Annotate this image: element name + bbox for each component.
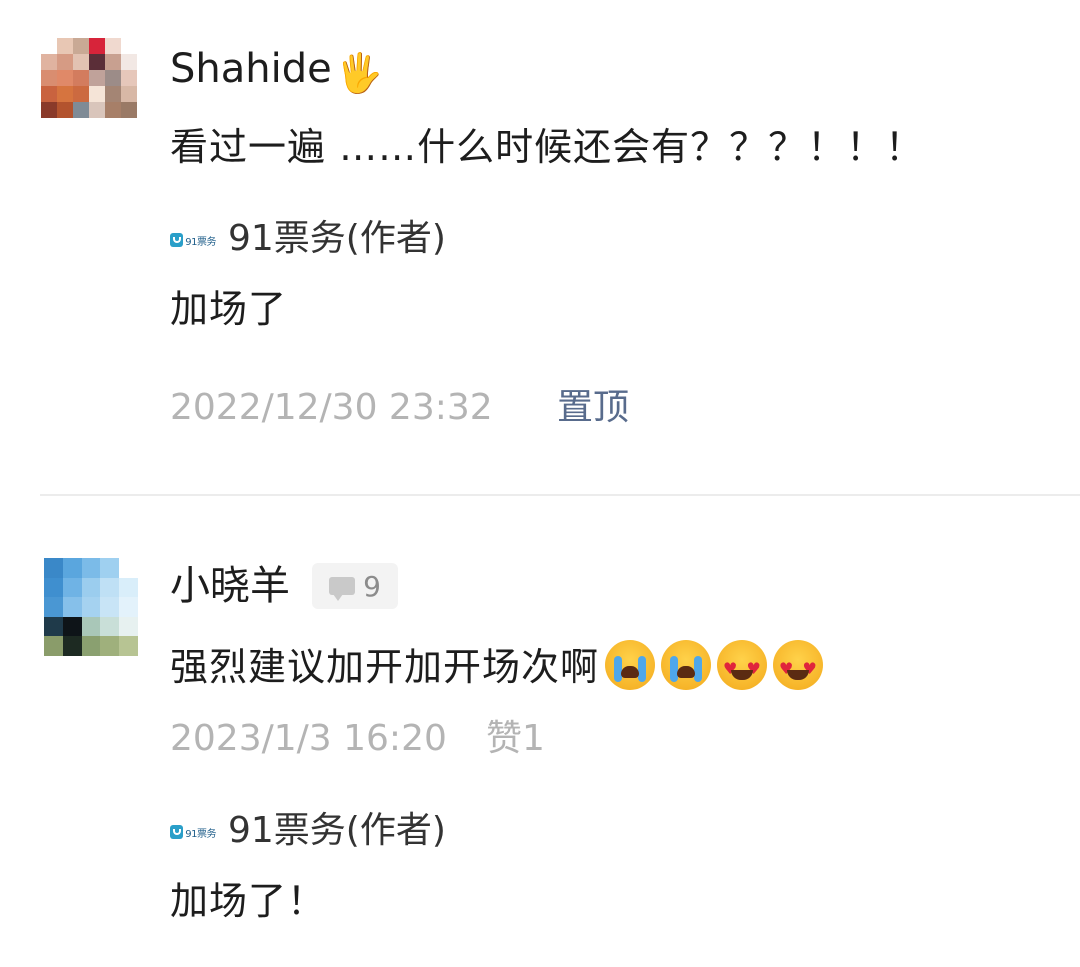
username-text[interactable]: Shahide <box>170 46 332 92</box>
heart-eyes-face-icon <box>773 640 824 692</box>
loudly-crying-face-icon <box>661 640 712 690</box>
author-logo-text: 91票务 <box>185 828 216 840</box>
divider <box>40 494 1080 496</box>
author-name: 91票务(作者) <box>228 810 446 851</box>
author-logo-icon: 91票务 <box>170 822 216 842</box>
comment-bubble-icon <box>329 577 356 601</box>
like-button[interactable]: 赞1 <box>486 717 545 761</box>
heart-eyes-face-icon <box>717 640 768 692</box>
comment-text: 强烈建议加开加开场次啊 <box>170 640 824 692</box>
comment-count-badge: 9 <box>312 563 398 609</box>
loudly-crying-face-icon <box>605 640 656 690</box>
comment-text: 看过一遍 ……什么时候还会有？？？！！！ <box>170 125 925 169</box>
avatar[interactable] <box>44 558 138 656</box>
avatar[interactable] <box>41 38 137 134</box>
raised-hand-icon: 🖐 <box>335 51 384 95</box>
author-logo-text: 91票务 <box>185 236 216 248</box>
comment-text-body: 强烈建议加开加开场次啊 <box>170 645 600 689</box>
comment-timestamp: 2022/12/30 23:32 <box>170 387 493 428</box>
comment-timestamp: 2023/1/3 16:20 <box>170 718 447 759</box>
username[interactable]: 小晓羊 <box>170 563 290 609</box>
author-name: 91票务(作者) <box>228 218 446 259</box>
author-logo-icon: 91票务 <box>170 230 216 250</box>
pin-button[interactable]: 置顶 <box>557 386 629 430</box>
comment-count: 9 <box>363 569 381 603</box>
author-reply-text: 加场了！ <box>170 879 327 923</box>
username[interactable]: Shahide 🖐 <box>170 46 383 96</box>
author-reply-text: 加场了 <box>170 287 288 331</box>
